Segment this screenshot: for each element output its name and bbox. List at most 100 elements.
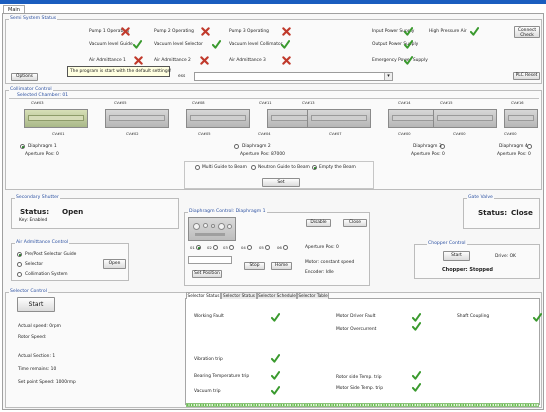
chopper-start-button[interactable]: Start <box>443 251 470 261</box>
set-position-button[interactable]: Set Position <box>192 270 222 278</box>
connect-check-button[interactable]: Connect Check <box>514 26 540 38</box>
selector-status-label: Working Fault <box>194 314 224 319</box>
chamber-bottom-label: CV#02 <box>126 132 139 136</box>
aperture-slot-radio[interactable] <box>229 245 234 250</box>
diaphragm-radio[interactable] <box>234 144 239 149</box>
air-admittance-radio[interactable] <box>17 272 22 277</box>
status-label: Air Admittance 1 <box>89 58 126 63</box>
aperture-slot-radio[interactable] <box>196 245 201 250</box>
check-icon <box>412 322 421 331</box>
collimator-chamber[interactable] <box>24 109 88 128</box>
aperture-slot-radio[interactable] <box>283 245 288 250</box>
chopper-control-group <box>414 244 540 279</box>
chamber-divider <box>9 98 539 99</box>
set-beam-button[interactable]: Set <box>262 178 300 187</box>
aperture-position: Aperture Pos: 0 <box>25 152 59 157</box>
check-icon <box>533 313 542 322</box>
encoder-status: Encoder: Idle <box>305 270 334 275</box>
cross-icon <box>282 56 291 65</box>
plc-reset-button[interactable]: PLC Reset <box>513 72 540 80</box>
chamber-top-label: CV#15 <box>440 101 453 105</box>
status-label: Pump 2 Operating <box>154 29 194 34</box>
chevron-down-icon[interactable]: ▾ <box>384 73 392 80</box>
cross-icon <box>200 56 209 65</box>
selector-tab[interactable]: Selector Status <box>186 292 221 299</box>
aperture-slot-radio[interactable] <box>247 245 252 250</box>
chamber-top-label: CV#11 <box>259 101 272 105</box>
tooltip: The program is start with the default se… <box>67 66 172 77</box>
aperture-slot-label: 06 <box>277 245 282 250</box>
beam-option-radio[interactable] <box>195 165 200 170</box>
chamber-top-label: CV#08 <box>192 101 205 105</box>
selector-status-label: Motor Overcurrent <box>336 327 377 332</box>
diaphragm-label: Diaphragm 4 <box>499 144 528 149</box>
stop-button[interactable]: Stop <box>244 262 265 270</box>
open-air-button[interactable]: Open <box>103 259 126 269</box>
beam-option-radio[interactable] <box>251 165 256 170</box>
aperture-position: Aperture Pos: 0 <box>497 152 531 157</box>
collimator-chamber[interactable] <box>504 109 538 128</box>
check-icon <box>412 371 421 380</box>
cross-icon <box>134 56 143 65</box>
collimator-chamber[interactable] <box>105 109 169 128</box>
status-label: Vacuum level Collimator <box>229 42 283 47</box>
rotor-speed-label: Rotor Speed: <box>18 335 47 340</box>
chamber-top-label: CV#03 <box>31 101 44 105</box>
air-admittance-radio[interactable] <box>17 252 22 257</box>
process-dropdown[interactable]: ▾ <box>194 72 393 81</box>
diaphragm-control-title: Diaphragm Control: Diaphragm 1 <box>188 209 267 214</box>
selector-status-label: Motor Side Temp. trip <box>336 386 383 391</box>
check-icon <box>412 313 421 322</box>
close-diaphragm-button[interactable]: Close <box>343 219 367 227</box>
collimator-chamber[interactable] <box>307 109 371 128</box>
diaphragm-label: Diaphragm 3 <box>413 144 442 149</box>
chamber-top-label: CV#14 <box>398 101 411 105</box>
selector-start-button[interactable]: Start <box>17 297 55 312</box>
collimator-chamber[interactable] <box>186 109 250 128</box>
cross-icon <box>201 27 210 36</box>
status-label: Vacuum level Selector <box>154 42 203 47</box>
position-input[interactable] <box>188 256 232 264</box>
aperture-slot-label: 02 <box>207 245 212 250</box>
chamber-bottom-label: CV#07 <box>329 132 342 136</box>
diaphragm-image <box>188 217 236 241</box>
gate-valve-title: Gate Valve <box>467 195 494 200</box>
check-icon <box>271 354 280 363</box>
actual-speed-readout: Actual speed: 0rpm <box>18 324 61 329</box>
selector-tab[interactable]: Selector Schedule <box>257 292 297 299</box>
status-label: Air Admittance 3 <box>229 58 266 63</box>
time-remains-readout: Time remains: 10 <box>18 367 57 372</box>
semi-system-status-title: Semi System Status <box>9 16 58 21</box>
gate-valve-status-value: Close <box>511 208 533 217</box>
disable-button[interactable]: Disable <box>306 219 331 227</box>
check-icon <box>281 40 290 49</box>
beam-option-label: Neutron Guide to Beam <box>258 165 310 170</box>
chamber-top-label: CV#05 <box>114 101 127 105</box>
aperture-slot-label: 03 <box>223 245 228 250</box>
cross-icon <box>282 27 291 36</box>
selector-status-label: Vacuum trip <box>194 389 221 394</box>
diaphragm-radio[interactable] <box>20 144 25 149</box>
selector-tab[interactable]: Selector Table <box>297 292 329 299</box>
options-button[interactable]: Options <box>11 73 38 81</box>
selector-tab[interactable]: Selector Status <box>221 292 257 299</box>
shutter-status-value: Open <box>62 207 84 216</box>
aperture-position: Aperture Pos: 0 <box>411 152 445 157</box>
gate-valve-status-label: Status: <box>478 208 508 217</box>
motor-status: Motor: constant speed <box>305 260 355 265</box>
status-label: Vacuum level Guide <box>89 42 133 47</box>
collimator-chamber[interactable] <box>433 109 497 128</box>
chamber-bottom-label: CV#01 <box>52 132 65 136</box>
check-icon <box>412 383 421 392</box>
chopper-status: Chopper: Stopped <box>442 267 493 273</box>
selector-status-label: Bearing Temperature trip <box>194 374 250 379</box>
chamber-bottom-label: CV#00 <box>398 132 411 136</box>
air-admittance-label: Selector <box>25 262 44 267</box>
beam-option-radio[interactable] <box>312 165 317 170</box>
aperture-slot-radio[interactable] <box>265 245 270 250</box>
selector-progress-strip <box>186 403 539 407</box>
aperture-slot-radio[interactable] <box>213 245 218 250</box>
chopper-control-title: Chopper Control <box>427 241 467 246</box>
air-admittance-radio[interactable] <box>17 262 22 267</box>
home-button[interactable]: Home <box>271 262 292 270</box>
